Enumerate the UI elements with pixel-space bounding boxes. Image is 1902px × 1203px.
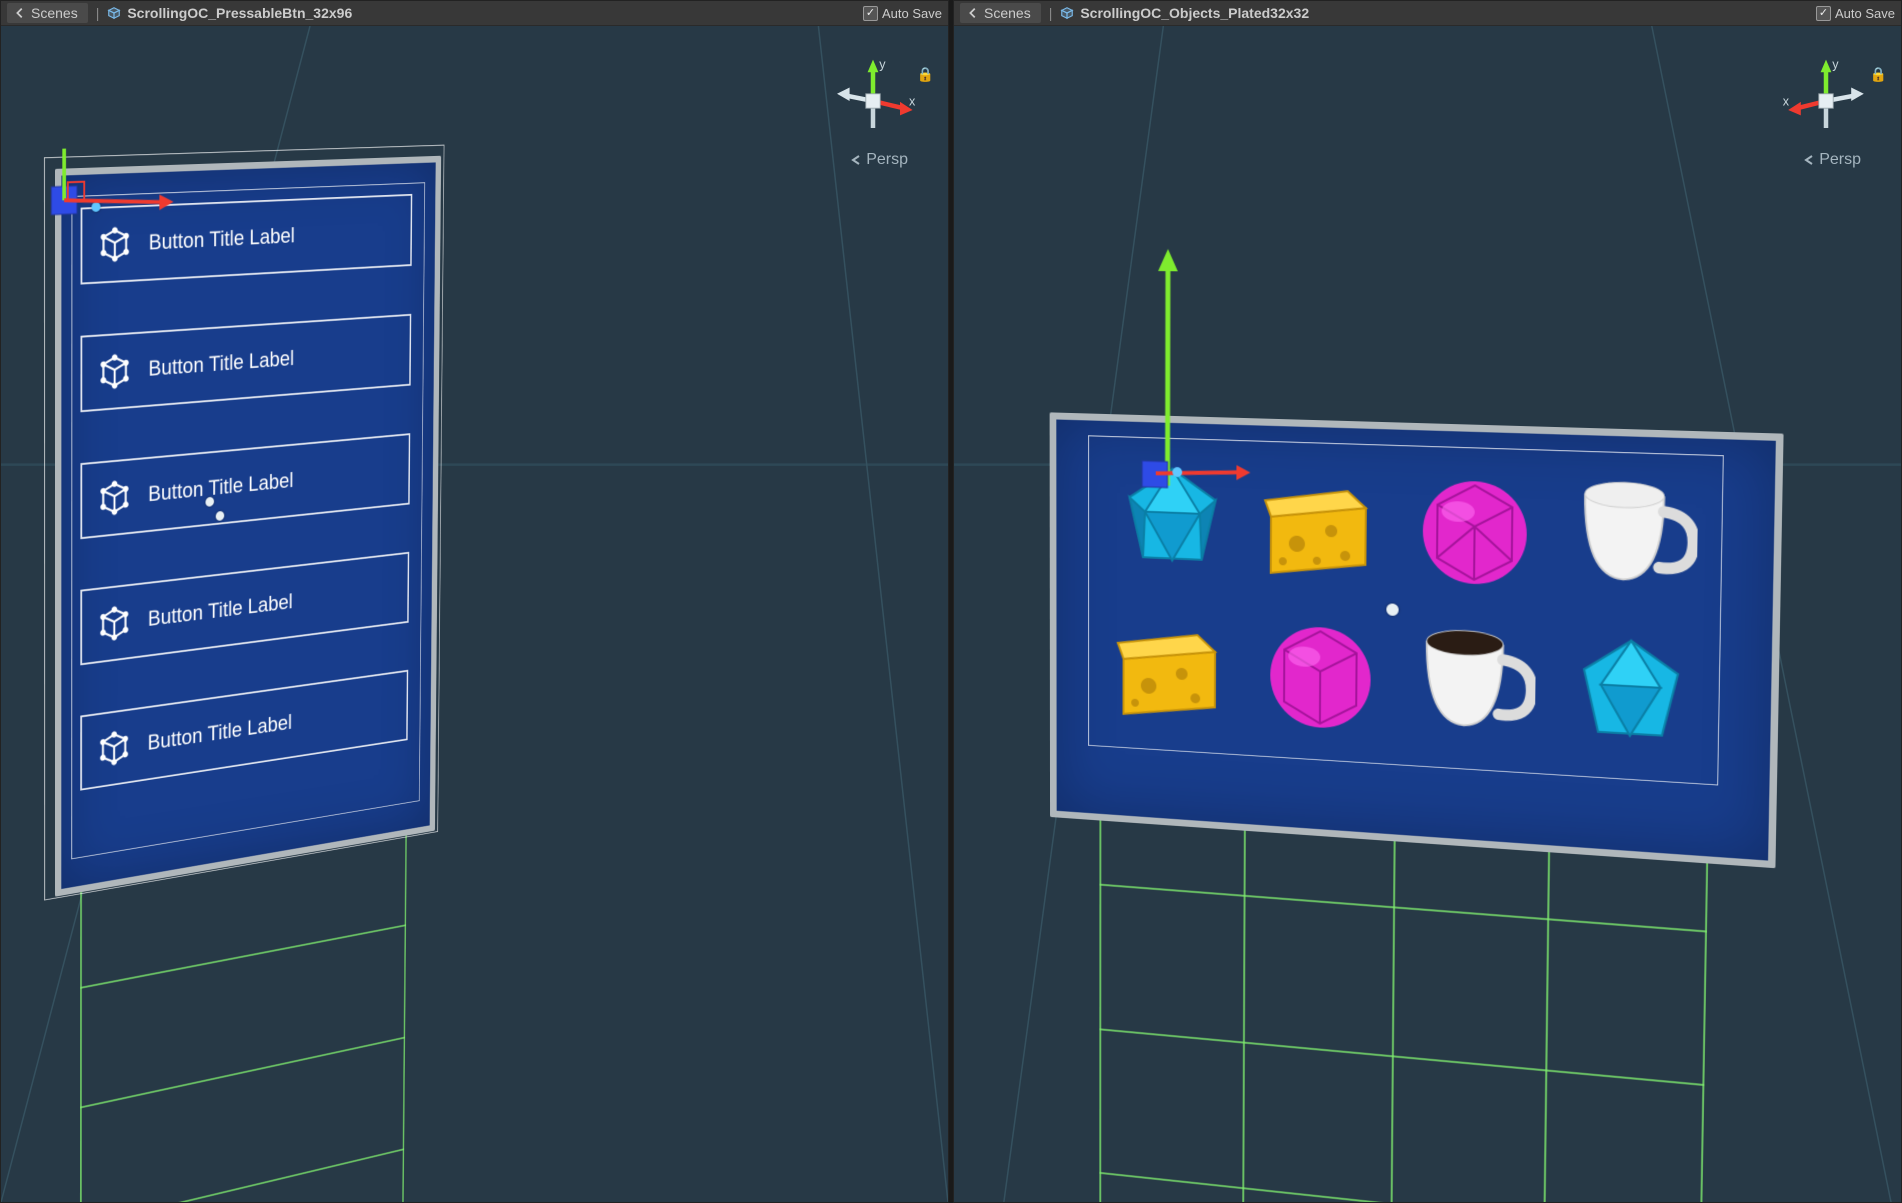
scenes-tab-label: Scenes (31, 5, 78, 21)
lock-icon[interactable]: 🔒 (1870, 66, 1887, 83)
prefab-breadcrumb[interactable]: ScrollingOC_Objects_Plated32x32 (1060, 5, 1309, 21)
projection-label: Persp (866, 151, 908, 169)
axis-y-label: y (1832, 58, 1839, 72)
pressable-button[interactable]: Button Title Label (80, 314, 411, 412)
checkbox-icon: ✓ (1816, 6, 1831, 21)
lock-icon[interactable]: 🔒 (917, 66, 934, 83)
prefab-cube-icon (1060, 6, 1074, 20)
button-label: Button Title Label (148, 223, 294, 255)
scene-pane-left: Scenes | ScrollingOC_PressableBtn_32x96 … (0, 0, 949, 1203)
mrtk-box-icon (98, 479, 130, 517)
breadcrumb-separator: | (96, 5, 100, 21)
scene-pane-right: Scenes | ScrollingOC_Objects_Plated32x32… (953, 0, 1902, 1203)
scene-viewport[interactable]: y x 🔒 Persp (954, 26, 1901, 1202)
prefab-name: ScrollingOC_Objects_Plated32x32 (1080, 5, 1309, 21)
toolbar: Scenes | ScrollingOC_Objects_Plated32x32… (954, 1, 1901, 26)
scenes-breadcrumb-root[interactable]: Scenes (7, 3, 88, 23)
prefab-breadcrumb[interactable]: ScrollingOC_PressableBtn_32x96 (107, 5, 352, 21)
mrtk-box-icon (98, 604, 130, 643)
axis-x-label: x (909, 95, 916, 109)
toolbar: Scenes | ScrollingOC_PressableBtn_32x96 … (1, 1, 948, 26)
auto-save-label: Auto Save (1835, 6, 1895, 21)
breadcrumb-separator: | (1049, 5, 1053, 21)
orientation-gizmo[interactable]: y x (1781, 56, 1871, 146)
scene-viewport[interactable]: y x 🔒 Persp (1, 26, 948, 1202)
mrtk-box-icon (98, 729, 130, 768)
back-arrow-icon (966, 6, 980, 20)
button-label: Button Title Label (148, 346, 294, 382)
projection-label: Persp (1819, 151, 1861, 169)
auto-save-toggle[interactable]: ✓ Auto Save (1816, 6, 1895, 21)
prefab-name: ScrollingOC_PressableBtn_32x96 (127, 5, 352, 21)
axis-y-label: y (879, 58, 886, 72)
axis-x-label: x (1783, 95, 1790, 109)
button-list: Button Title Label Button Title Label Bu… (80, 194, 412, 791)
projection-toggle[interactable]: Persp (1802, 151, 1861, 169)
orientation-gizmo[interactable]: y x (828, 56, 918, 146)
back-arrow-icon (13, 6, 27, 20)
scenes-tab-label: Scenes (984, 5, 1031, 21)
prefab-cube-icon (107, 6, 121, 20)
projection-toggle[interactable]: Persp (849, 151, 908, 169)
auto-save-label: Auto Save (882, 6, 942, 21)
pressable-button[interactable]: Button Title Label (80, 552, 409, 666)
mrtk-box-icon (98, 353, 130, 390)
checkbox-icon: ✓ (863, 6, 878, 21)
auto-save-toggle[interactable]: ✓ Auto Save (863, 6, 942, 21)
scenes-breadcrumb-root[interactable]: Scenes (960, 3, 1041, 23)
